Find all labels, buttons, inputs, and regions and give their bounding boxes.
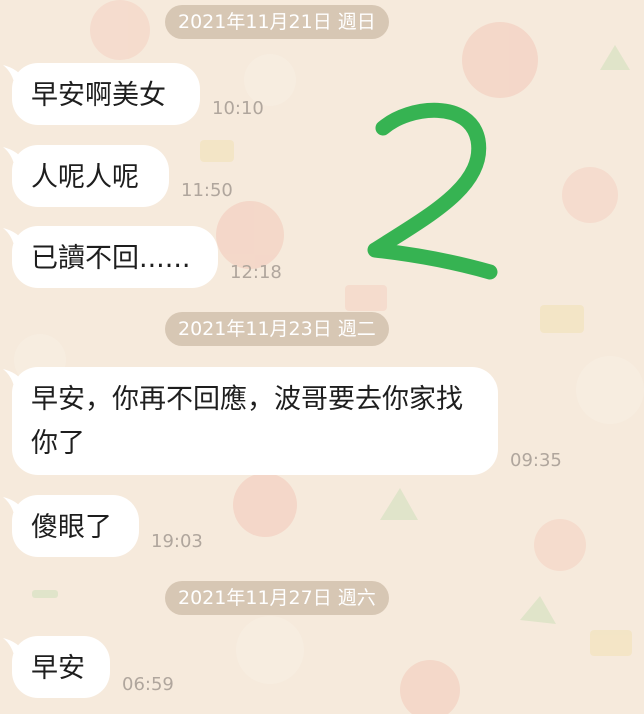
message-text: 人呢人呢 <box>31 162 139 193</box>
message-timestamp: 06:59 <box>122 674 174 695</box>
date-header-nov-21: 2021年11月21日 週日 <box>165 5 389 39</box>
message-text: 早安啊美女 <box>31 80 166 111</box>
bubble-tail <box>3 369 25 391</box>
message-bubble[interactable]: 早安 <box>3 636 110 698</box>
bubble-tail <box>3 65 25 87</box>
bubble-tail <box>3 147 25 169</box>
message-text: 已讀不回...... <box>31 243 191 274</box>
message-bubble[interactable]: 傻眼了 <box>3 495 139 557</box>
message-bubble[interactable]: 已讀不回...... <box>3 226 218 288</box>
message-bubble[interactable]: 人呢人呢 <box>3 145 169 207</box>
date-header-nov-27: 2021年11月27日 週六 <box>165 581 389 615</box>
date-header-nov-23: 2021年11月23日 週二 <box>165 312 389 346</box>
message-text: 早安 <box>31 653 85 684</box>
message-text: 早安，你再不回應，波哥要去你家找你了 <box>31 384 463 459</box>
message-timestamp: 19:03 <box>151 531 203 552</box>
message-timestamp: 12:18 <box>230 262 282 283</box>
bubble-tail <box>3 638 25 660</box>
message-timestamp: 10:10 <box>212 98 264 119</box>
message-bubble[interactable]: 早安啊美女 <box>3 63 200 125</box>
message-text: 傻眼了 <box>31 512 112 543</box>
bubble-tail <box>3 497 25 519</box>
message-timestamp: 09:35 <box>510 450 562 471</box>
message-bubble[interactable]: 早安，你再不回應，波哥要去你家找你了 <box>3 367 498 475</box>
bubble-tail <box>3 228 25 250</box>
message-timestamp: 11:50 <box>181 180 233 201</box>
